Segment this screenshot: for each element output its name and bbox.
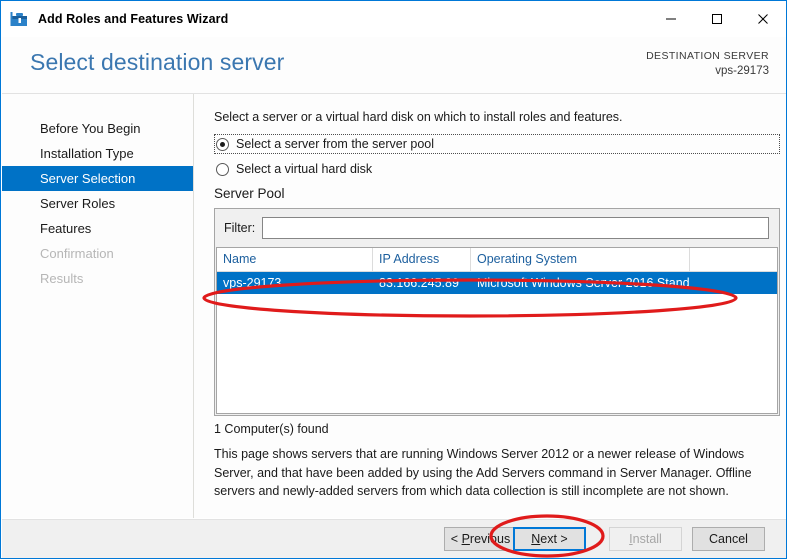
column-header-ip-address[interactable]: IP Address: [373, 248, 471, 271]
close-button[interactable]: [740, 1, 786, 37]
intro-text: Select a server or a virtual hard disk o…: [214, 110, 623, 124]
window-controls: [648, 1, 786, 37]
cell-ip-address: 83.166.245.89: [379, 276, 459, 290]
destination-server-label: DESTINATION SERVER: [646, 50, 769, 62]
radio-off-icon: [216, 162, 229, 176]
table-header-row: Name IP Address Operating System: [217, 248, 777, 272]
computers-found-text: 1 Computer(s) found: [214, 422, 329, 436]
server-pool-panel: Filter: Name IP Address Operating System…: [214, 208, 780, 416]
title-bar: Add Roles and Features Wizard: [1, 1, 786, 37]
server-pool-table: Name IP Address Operating System vps-291…: [216, 247, 778, 414]
server-pool-group-title: Server Pool: [214, 186, 285, 201]
sidebar-item-confirmation: Confirmation: [40, 246, 114, 261]
cell-operating-system: Microsoft Windows Server 2016 Standard: [477, 276, 690, 290]
filter-row: Filter:: [215, 209, 779, 247]
sidebar-item-before-you-begin[interactable]: Before You Begin: [2, 116, 193, 141]
radio-on-icon: [216, 137, 229, 151]
wizard-steps-sidebar: Before You Begin Installation Type Serve…: [2, 94, 194, 518]
footer-bar: < Previous Next > Install Cancel: [2, 519, 786, 558]
page-title: Select destination server: [30, 49, 285, 75]
cell-blank: [690, 272, 777, 294]
destination-server-info: DESTINATION SERVER vps-29173: [646, 50, 769, 79]
filter-input[interactable]: [262, 217, 770, 239]
radio-virtual-hard-disk-label: Select a virtual hard disk: [236, 162, 373, 176]
column-header-blank[interactable]: [690, 248, 777, 271]
column-header-name[interactable]: Name: [217, 248, 373, 271]
sidebar-item-results: Results: [40, 271, 84, 286]
page-note-text: This page shows servers that are running…: [214, 447, 752, 498]
radio-server-pool-label: Select a server from the server pool: [236, 137, 434, 151]
install-button: Install: [609, 527, 682, 551]
body: Before You Begin Installation Type Serve…: [2, 94, 786, 518]
radio-server-pool[interactable]: Select a server from the server pool: [214, 134, 780, 154]
wizard-window: Add Roles and Features Wizard Select des…: [0, 0, 787, 559]
filter-label: Filter:: [224, 221, 256, 235]
minimize-button[interactable]: [648, 1, 694, 37]
destination-server-value: vps-29173: [715, 64, 769, 77]
content-pane: Select a server or a virtual hard disk o…: [195, 94, 786, 518]
sidebar-item-installation-type[interactable]: Installation Type: [2, 141, 193, 166]
next-button[interactable]: Next >: [513, 527, 586, 551]
sidebar-item-features[interactable]: Features: [2, 216, 193, 241]
sidebar-item-server-selection[interactable]: Server Selection: [2, 166, 193, 191]
previous-button[interactable]: < Previous: [444, 527, 517, 551]
radio-virtual-hard-disk[interactable]: Select a virtual hard disk: [214, 159, 514, 179]
cancel-button[interactable]: Cancel: [692, 527, 765, 551]
cell-name: vps-29173: [223, 276, 282, 290]
page-header: Select destination server DESTINATION SE…: [2, 37, 786, 94]
table-row[interactable]: vps-29173 83.166.245.89 Microsoft Window…: [217, 272, 777, 294]
window-title: Add Roles and Features Wizard: [38, 12, 229, 26]
wizard-toolbox-icon: [10, 10, 30, 28]
column-header-operating-system[interactable]: Operating System: [471, 248, 690, 271]
maximize-button[interactable]: [694, 1, 740, 37]
sidebar-item-server-roles[interactable]: Server Roles: [2, 191, 193, 216]
